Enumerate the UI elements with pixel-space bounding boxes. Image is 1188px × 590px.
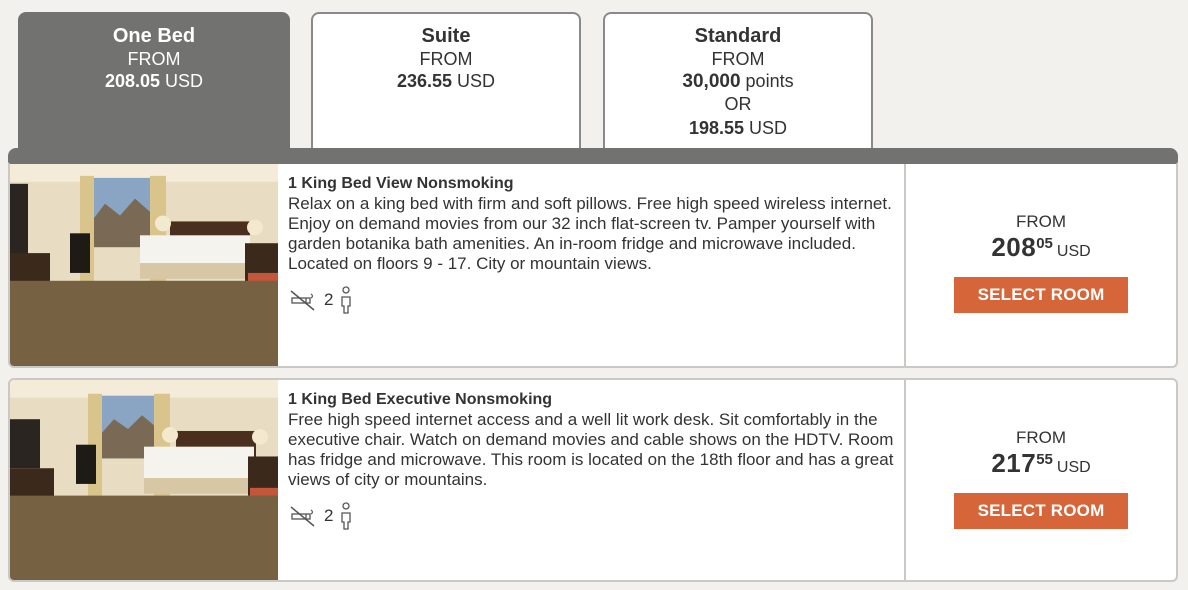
room-amenities: 2 bbox=[288, 286, 898, 314]
price-cents: 05 bbox=[1036, 235, 1053, 252]
room-photo-image bbox=[10, 164, 278, 366]
tab-name: Suite bbox=[421, 25, 471, 47]
price-whole: 208 bbox=[991, 232, 1037, 262]
price-currency: USD bbox=[1056, 243, 1091, 260]
price-currency: USD bbox=[1056, 459, 1091, 476]
tab-price: 198.55 USD bbox=[605, 117, 871, 139]
tab-standard[interactable]: Standard FROM 30,000 points OR 198.55 US… bbox=[603, 12, 873, 150]
no-smoking-icon bbox=[288, 288, 318, 312]
person-icon bbox=[339, 286, 353, 314]
tab-name: Standard bbox=[694, 25, 782, 47]
room-photo[interactable] bbox=[10, 380, 278, 580]
tab-suite[interactable]: Suite FROM 236.55 USD bbox=[311, 12, 581, 150]
tab-price: 236.55 USD bbox=[313, 70, 579, 92]
price-column: FROM 21755 USD SELECT ROOM bbox=[904, 380, 1176, 580]
price-column: FROM 20805 USD SELECT ROOM bbox=[904, 164, 1176, 366]
occupancy-count: 2 bbox=[324, 506, 334, 525]
no-smoking-icon bbox=[288, 504, 318, 528]
tab-points: 30,000 points bbox=[605, 70, 871, 93]
tab-currency: USD bbox=[457, 71, 496, 91]
tab-one-bed[interactable]: One Bed FROM 208.05 USD bbox=[18, 12, 290, 150]
price-cents: 55 bbox=[1036, 451, 1053, 468]
tab-currency: USD bbox=[749, 118, 788, 138]
tab-or-label: OR bbox=[724, 94, 752, 114]
occupancy-count: 2 bbox=[324, 290, 334, 309]
select-room-button[interactable]: SELECT ROOM bbox=[954, 277, 1128, 313]
room-photo[interactable] bbox=[10, 164, 278, 366]
tab-price-value: 236.55 bbox=[396, 71, 453, 91]
tab-points-label: points bbox=[745, 71, 794, 91]
select-room-button[interactable]: SELECT ROOM bbox=[954, 493, 1128, 529]
room-photo-image bbox=[10, 380, 278, 580]
room-info: 1 King Bed View Nonsmoking Relax on a ki… bbox=[288, 174, 898, 314]
person-icon bbox=[339, 502, 353, 530]
price-from-label: FROM bbox=[1015, 212, 1067, 231]
tab-currency: USD bbox=[165, 71, 204, 91]
tab-from-label: FROM bbox=[127, 49, 181, 69]
room-card: 1 King Bed View Nonsmoking Relax on a ki… bbox=[8, 162, 1178, 368]
tab-panel-header bbox=[8, 148, 1178, 162]
room-title: 1 King Bed View Nonsmoking bbox=[288, 175, 514, 192]
room-price: 21755 USD bbox=[906, 448, 1176, 479]
tab-price: 208.05 USD bbox=[20, 70, 288, 92]
room-description: Relax on a king bed with firm and soft p… bbox=[288, 194, 892, 273]
room-selection-page: One Bed FROM 208.05 USD Suite FROM 236.5… bbox=[0, 0, 1188, 590]
price-whole: 217 bbox=[991, 448, 1037, 478]
room-amenities: 2 bbox=[288, 502, 898, 530]
room-info: 1 King Bed Executive Nonsmoking Free hig… bbox=[288, 390, 898, 530]
tab-price-value: 198.55 bbox=[688, 118, 745, 138]
price-from-label: FROM bbox=[1015, 428, 1067, 447]
room-price: 20805 USD bbox=[906, 232, 1176, 263]
tab-name: One Bed bbox=[112, 25, 196, 47]
room-card: 1 King Bed Executive Nonsmoking Free hig… bbox=[8, 378, 1178, 582]
tab-price-value: 208.05 bbox=[104, 71, 161, 91]
room-description: Free high speed internet access and a we… bbox=[288, 410, 894, 489]
tab-from-label: FROM bbox=[711, 49, 765, 69]
tab-from-label: FROM bbox=[419, 49, 473, 69]
room-title: 1 King Bed Executive Nonsmoking bbox=[288, 391, 553, 408]
tab-points-value: 30,000 bbox=[682, 71, 741, 92]
